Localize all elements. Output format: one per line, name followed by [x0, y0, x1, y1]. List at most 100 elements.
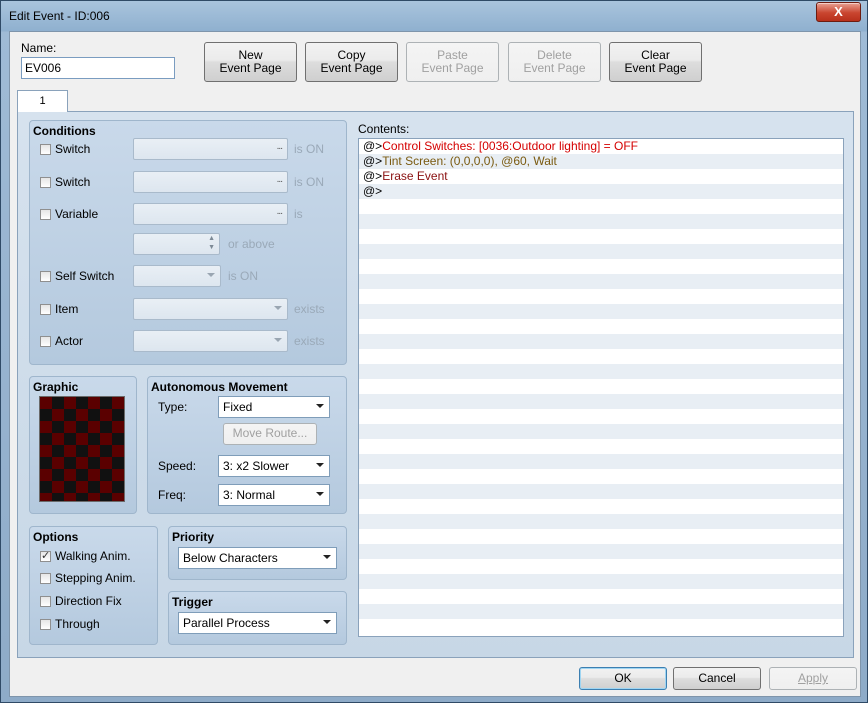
- command-row[interactable]: [359, 469, 843, 484]
- speed-label: Speed:: [158, 459, 197, 473]
- move-route-button[interactable]: Move Route...: [223, 423, 317, 445]
- direction-fix-checkbox[interactable]: [40, 596, 51, 607]
- new-event-page-button[interactable]: New Event Page: [204, 42, 297, 82]
- new-button-line1: New: [238, 48, 263, 62]
- chevron-down-icon: [316, 404, 324, 408]
- command-row[interactable]: [359, 379, 843, 394]
- self-switch-suffix: is ON: [228, 269, 258, 283]
- command-row[interactable]: [359, 589, 843, 604]
- variable-label: Variable: [55, 207, 99, 221]
- command-row[interactable]: [359, 274, 843, 289]
- switch2-suffix: is ON: [294, 175, 324, 189]
- actor-suffix: exists: [294, 334, 325, 348]
- command-row[interactable]: [359, 454, 843, 469]
- speed-combo[interactable]: 3: x2 Slower: [218, 455, 330, 477]
- command-row[interactable]: [359, 364, 843, 379]
- command-row[interactable]: @>: [359, 184, 843, 199]
- self-switch-combo[interactable]: [133, 265, 221, 287]
- walking-anim-checkbox[interactable]: [40, 549, 51, 562]
- item-combo[interactable]: [133, 298, 288, 320]
- command-row[interactable]: [359, 619, 843, 634]
- command-row[interactable]: [359, 304, 843, 319]
- event-commands-list[interactable]: @> Control Switches: [0036:Outdoor lighti…: [358, 138, 844, 637]
- command-row[interactable]: [359, 394, 843, 409]
- priority-combo[interactable]: Below Characters: [178, 547, 337, 569]
- item-checkbox[interactable]: [40, 304, 51, 315]
- command-row[interactable]: [359, 349, 843, 364]
- command-row[interactable]: [359, 229, 843, 244]
- command-row[interactable]: [359, 574, 843, 589]
- switch1-checkbox[interactable]: [40, 144, 51, 155]
- type-combo[interactable]: Fixed: [218, 396, 330, 418]
- name-field[interactable]: [21, 57, 175, 79]
- command-row[interactable]: [359, 559, 843, 574]
- command-row[interactable]: [359, 424, 843, 439]
- graphic-preview[interactable]: [39, 396, 125, 502]
- command-row[interactable]: [359, 544, 843, 559]
- actor-checkbox[interactable]: [40, 336, 51, 347]
- apply-button[interactable]: Apply: [769, 667, 857, 690]
- priority-title: Priority: [172, 530, 215, 544]
- command-text: Control Switches: [0036:Outdoor lighting…: [382, 139, 638, 153]
- trigger-combo[interactable]: Parallel Process: [178, 612, 337, 634]
- command-row[interactable]: [359, 289, 843, 304]
- type-label: Type:: [158, 400, 188, 414]
- command-row[interactable]: @>Control Switches: [0036:Outdoor lighti…: [359, 139, 843, 154]
- priority-group: Priority Below Characters: [168, 526, 347, 580]
- command-row[interactable]: @>Tint Screen: (0,0,0,0), @60, Wait: [359, 154, 843, 169]
- command-row[interactable]: [359, 319, 843, 334]
- paste-event-page-button[interactable]: Paste Event Page: [406, 42, 499, 82]
- command-row[interactable]: [359, 259, 843, 274]
- self-switch-checkbox[interactable]: [40, 271, 51, 282]
- ok-button[interactable]: OK: [579, 667, 667, 690]
- command-row[interactable]: [359, 499, 843, 514]
- command-row[interactable]: [359, 199, 843, 214]
- variable-value-spinner[interactable]: ▲ ▼: [133, 233, 220, 255]
- command-row[interactable]: [359, 604, 843, 619]
- contents-label: Contents:: [358, 122, 410, 136]
- conditions-title: Conditions: [33, 124, 96, 138]
- options-group: Options Walking Anim. Stepping Anim. Dir…: [29, 526, 158, 645]
- command-row[interactable]: [359, 439, 843, 454]
- through-label: Through: [55, 617, 100, 631]
- delete-button-line1: Delete: [537, 48, 572, 62]
- delete-event-page-button[interactable]: Delete Event Page: [508, 42, 601, 82]
- close-button[interactable]: X: [816, 2, 861, 22]
- command-row[interactable]: [359, 409, 843, 424]
- tab-page-1[interactable]: 1: [17, 90, 68, 112]
- trigger-value: Parallel Process: [183, 616, 270, 630]
- variable-selector[interactable]: ...: [133, 203, 288, 225]
- command-row[interactable]: [359, 244, 843, 259]
- spinner-arrows-icon: ▲ ▼: [208, 235, 215, 251]
- through-checkbox[interactable]: [40, 619, 51, 630]
- command-row[interactable]: [359, 484, 843, 499]
- chevron-down-icon: [316, 463, 324, 467]
- edit-event-window: Edit Event - ID:006 X Name: NewEvent Pag…: [0, 0, 868, 703]
- ellipsis-icon: ...: [276, 141, 283, 152]
- switch2-checkbox[interactable]: [40, 177, 51, 188]
- actor-combo[interactable]: [133, 330, 288, 352]
- cancel-button[interactable]: Cancel: [673, 667, 761, 690]
- stepping-anim-checkbox[interactable]: [40, 573, 51, 584]
- chevron-down-icon: [323, 555, 331, 559]
- clear-button-line1: Clear: [641, 48, 670, 62]
- self-switch-label: Self Switch: [55, 269, 115, 283]
- title-bar[interactable]: Edit Event - ID:006 X: [1, 1, 867, 31]
- variable-checkbox[interactable]: [40, 209, 51, 220]
- command-row[interactable]: [359, 514, 843, 529]
- new-button-line2: Event Page: [219, 61, 282, 75]
- command-text: Tint Screen: (0,0,0,0), @60, Wait: [382, 154, 557, 168]
- freq-combo[interactable]: 3: Normal: [218, 484, 330, 506]
- switch1-selector[interactable]: ...: [133, 138, 288, 160]
- switch2-selector[interactable]: ...: [133, 171, 288, 193]
- command-row[interactable]: [359, 334, 843, 349]
- command-text: Erase Event: [382, 169, 448, 183]
- priority-value: Below Characters: [183, 551, 278, 565]
- copy-event-page-button[interactable]: Copy Event Page: [305, 42, 398, 82]
- command-row[interactable]: [359, 214, 843, 229]
- window-title: Edit Event - ID:006: [9, 9, 110, 23]
- clear-event-page-button[interactable]: Clear Event Page: [609, 42, 702, 82]
- command-row[interactable]: @>Erase Event: [359, 169, 843, 184]
- command-row[interactable]: [359, 529, 843, 544]
- trigger-title: Trigger: [172, 595, 213, 609]
